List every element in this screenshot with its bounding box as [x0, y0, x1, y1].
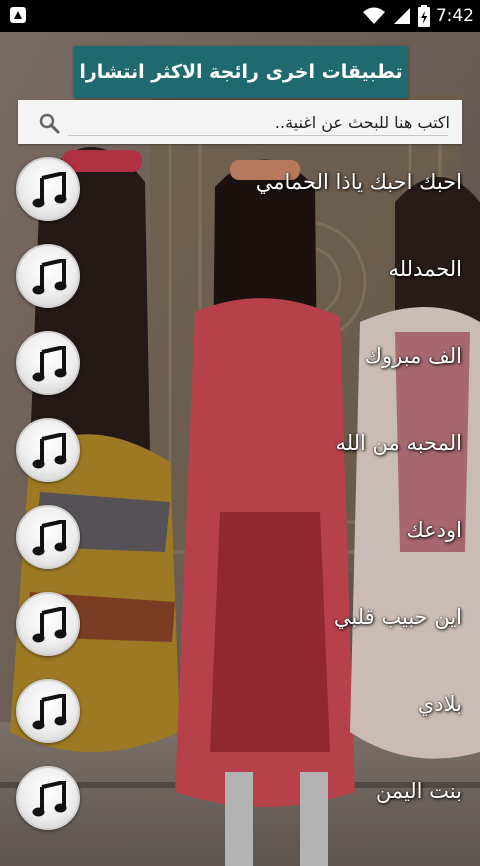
music-note-icon[interactable]	[16, 244, 80, 308]
search-bar	[18, 100, 462, 144]
song-title[interactable]: اودعك	[406, 518, 462, 542]
song-title[interactable]: المحبه من الله	[335, 431, 462, 455]
battery-icon	[417, 5, 430, 27]
music-note-icon[interactable]	[16, 418, 80, 482]
song-list-item[interactable]: المحبه من الله	[0, 409, 480, 496]
song-list-item[interactable]: اودعك	[0, 496, 480, 583]
song-list-item[interactable]: الحمدلله	[0, 235, 480, 322]
song-title[interactable]: الف مبروك	[365, 344, 462, 368]
music-note-icon[interactable]	[16, 766, 80, 830]
song-title[interactable]: الحمدلله	[388, 257, 462, 281]
music-note-icon[interactable]	[16, 331, 80, 395]
song-list-item[interactable]: الف مبروك	[0, 322, 480, 409]
song-list-item[interactable]: اين حبيب قلبي	[0, 583, 480, 670]
status-bar: 7:42	[0, 0, 480, 32]
song-title[interactable]: احبك احبك ياذا الحمامي	[256, 170, 462, 194]
music-note-icon[interactable]	[16, 157, 80, 221]
song-title[interactable]: بلادي	[418, 692, 462, 716]
signal-icon	[393, 8, 410, 24]
song-list-item[interactable]: احبك احبك ياذا الحمامي	[0, 148, 480, 235]
search-icon[interactable]	[38, 112, 60, 134]
song-title[interactable]: بنت اليمن	[376, 779, 462, 803]
music-note-icon[interactable]	[16, 679, 80, 743]
music-note-icon[interactable]	[16, 505, 80, 569]
notification-icon	[10, 7, 26, 23]
wifi-icon	[362, 7, 385, 24]
song-title[interactable]: اين حبيب قلبي	[334, 605, 462, 629]
music-note-icon[interactable]	[16, 592, 80, 656]
song-list: احبك احبك ياذا الحمامي الحمدلله الف مبروك ا…	[0, 148, 480, 844]
song-list-item[interactable]: بنت اليمن	[0, 757, 480, 844]
song-list-item[interactable]: بلادي	[0, 670, 480, 757]
search-underline	[68, 135, 448, 136]
search-input[interactable]	[64, 106, 452, 138]
other-apps-banner[interactable]: تطبيقات اخرى رائجة الاكثر انتشارا	[74, 46, 408, 98]
status-time: 7:42	[435, 6, 474, 26]
